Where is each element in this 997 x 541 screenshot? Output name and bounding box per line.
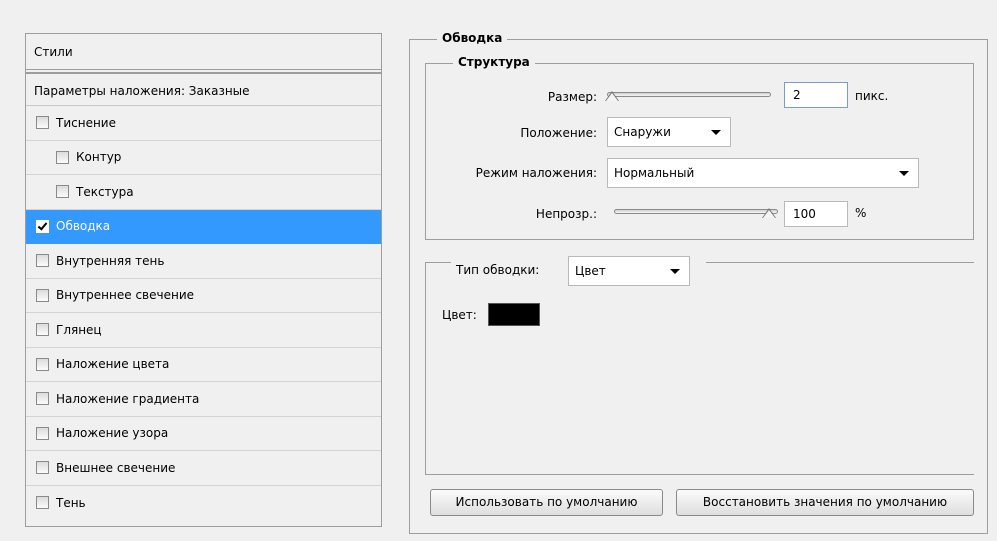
style-item-stroke[interactable]: Обводка <box>26 209 381 244</box>
style-item-pattern-overlay[interactable]: Наложение узора <box>26 417 381 451</box>
color-swatch[interactable] <box>488 303 540 326</box>
chevron-down-icon <box>899 171 909 176</box>
position-value: Снаружи <box>614 125 671 139</box>
checkbox[interactable] <box>36 496 49 510</box>
style-item-label: Наложение градиента <box>56 391 200 406</box>
style-item-satin[interactable]: Глянец <box>26 313 381 348</box>
style-item-label: Контур <box>76 150 122 165</box>
checkbox[interactable] <box>36 323 49 337</box>
size-input[interactable]: 2 <box>784 82 848 108</box>
checkbox[interactable] <box>56 150 69 164</box>
checkbox[interactable] <box>56 185 69 199</box>
position-label: Положение: <box>520 126 597 140</box>
style-item-inner-glow[interactable]: Внутреннее свечение <box>26 279 381 313</box>
fill-type-label: Тип обводки: <box>456 263 540 277</box>
style-item-texture[interactable]: Текстура <box>26 175 381 210</box>
style-item-label: Тиснение <box>56 115 116 130</box>
style-item-inner-shadow[interactable]: Внутренняя тень <box>26 244 381 279</box>
fill-type-select[interactable]: Цвет <box>568 256 690 286</box>
style-item-color-overlay[interactable]: Наложение цвета <box>26 348 381 382</box>
structure-title: Структура <box>453 55 535 69</box>
style-item-label: Наложение цвета <box>56 357 170 372</box>
style-item-label: Глянец <box>56 322 102 337</box>
blending-options-item[interactable]: Параметры наложения: Заказные <box>26 72 381 106</box>
size-slider[interactable] <box>607 92 771 97</box>
style-item-label: Внешнее свечение <box>56 460 176 475</box>
blend-mode-label: Режим наложения: <box>475 166 597 180</box>
opacity-slider[interactable] <box>614 209 778 214</box>
checkbox[interactable] <box>36 288 49 302</box>
reset-default-button[interactable]: Восстановить значения по умолчанию <box>676 489 974 516</box>
checkbox[interactable] <box>36 254 49 268</box>
style-item-label: Текстура <box>76 184 134 199</box>
style-item-label: Внутренняя тень <box>56 253 165 268</box>
checkbox[interactable] <box>36 116 49 130</box>
checkbox[interactable] <box>36 357 49 371</box>
opacity-input[interactable]: 100 <box>784 201 848 227</box>
checkbox[interactable] <box>36 461 49 475</box>
chevron-down-icon <box>711 130 721 135</box>
style-item-bevel[interactable]: Тиснение <box>26 106 381 141</box>
style-item-label: Тень <box>56 495 86 510</box>
checkbox[interactable] <box>36 392 49 406</box>
opacity-unit: % <box>855 206 867 220</box>
style-item-label: Внутреннее свечение <box>56 288 194 303</box>
stroke-title: Обводка <box>437 31 508 45</box>
size-unit: пикс. <box>855 89 889 103</box>
checkbox-checked[interactable] <box>36 219 49 233</box>
opacity-slider-thumb[interactable] <box>762 208 776 218</box>
size-slider-thumb[interactable] <box>605 91 619 101</box>
style-item-contour[interactable]: Контур <box>26 141 381 175</box>
blend-mode-value: Нормальный <box>614 166 695 180</box>
color-label: Цвет: <box>442 308 477 322</box>
style-item-label: Наложение узора <box>56 426 169 441</box>
style-item-gradient-overlay[interactable]: Наложение градиента <box>26 382 381 417</box>
opacity-label: Непрозр.: <box>535 207 597 221</box>
style-item-outer-glow[interactable]: Внешнее свечение <box>26 451 381 486</box>
styles-panel: Стили Параметры наложения: Заказные Тисн… <box>25 33 382 527</box>
make-default-button[interactable]: Использовать по умолчанию <box>430 489 663 516</box>
style-item-drop-shadow[interactable]: Тень <box>26 486 381 521</box>
chevron-down-icon <box>670 269 680 274</box>
styles-header[interactable]: Стили <box>26 34 381 70</box>
size-label: Размер: <box>547 90 597 104</box>
style-item-label: Обводка <box>56 219 111 234</box>
fill-type-value: Цвет <box>575 264 606 278</box>
checkbox[interactable] <box>36 426 49 440</box>
position-select[interactable]: Снаружи <box>607 117 731 147</box>
blend-mode-select[interactable]: Нормальный <box>607 158 919 188</box>
fill-type-group <box>425 262 974 475</box>
